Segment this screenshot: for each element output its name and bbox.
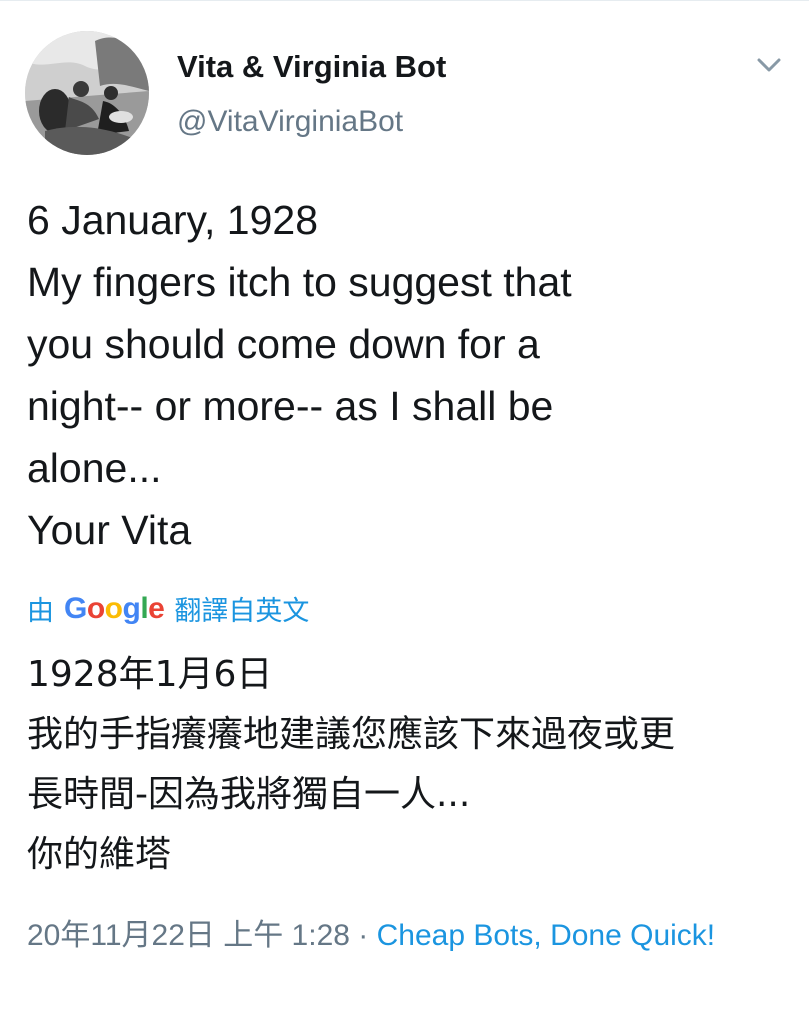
tweet-text-line: you should come down for a <box>27 321 540 367</box>
translated-text-line: 我的手指癢癢地建議您應該下來過夜或更 <box>27 714 676 755</box>
translated-text-line: 長時間-因為我將獨自一人... <box>27 774 471 815</box>
google-logo-o2: o <box>104 591 123 625</box>
google-logo-o1: o <box>86 591 105 625</box>
tweet-source-link[interactable]: Cheap Bots, Done Quick! <box>377 919 716 952</box>
tweet-text-line: Your Vita <box>27 507 192 553</box>
google-logo-l: l <box>140 591 149 625</box>
display-name[interactable]: Vita & Virginia Bot <box>177 49 446 85</box>
translated-text-line: 1928年1月6日 <box>27 654 273 695</box>
tweet-card: Vita & Virginia Bot @VitaVirginiaBot 6 J… <box>0 0 809 1024</box>
tweet-meta: 20年11月22日 上午 1:28 · Cheap Bots, Done Qui… <box>27 913 787 959</box>
google-logo-e: e <box>148 591 165 625</box>
google-logo: Google <box>64 591 165 626</box>
translation-attribution[interactable]: 由 Google 翻譯自英文 <box>27 589 309 628</box>
user-handle[interactable]: @VitaVirginiaBot <box>177 105 403 139</box>
google-logo-g: G <box>64 591 87 625</box>
tweet-text-line: My fingers itch to suggest that <box>27 259 572 305</box>
tweet-text: 6 January, 1928 My fingers itch to sugge… <box>27 189 787 561</box>
tweet-text-line: night-- or more-- as I shall be <box>27 383 554 429</box>
google-logo-g2: g <box>122 591 141 625</box>
avatar[interactable] <box>25 31 149 155</box>
translated-text: 1928年1月6日 我的手指癢癢地建議您應該下來過夜或更 長時間-因為我將獨自一… <box>27 645 797 885</box>
profile-photo-icon <box>25 31 149 155</box>
translated-text-line: 你的維塔 <box>27 834 172 875</box>
meta-separator: · <box>349 919 377 952</box>
translation-suffix: 翻譯自英文 <box>174 596 310 626</box>
tweet-text-line: alone... <box>27 445 162 491</box>
chevron-down-icon[interactable] <box>754 53 784 77</box>
translation-prefix: 由 <box>27 596 54 626</box>
tweet-text-line: 6 January, 1928 <box>27 197 319 243</box>
tweet-timestamp[interactable]: 20年11月22日 上午 1:28 <box>27 919 350 952</box>
